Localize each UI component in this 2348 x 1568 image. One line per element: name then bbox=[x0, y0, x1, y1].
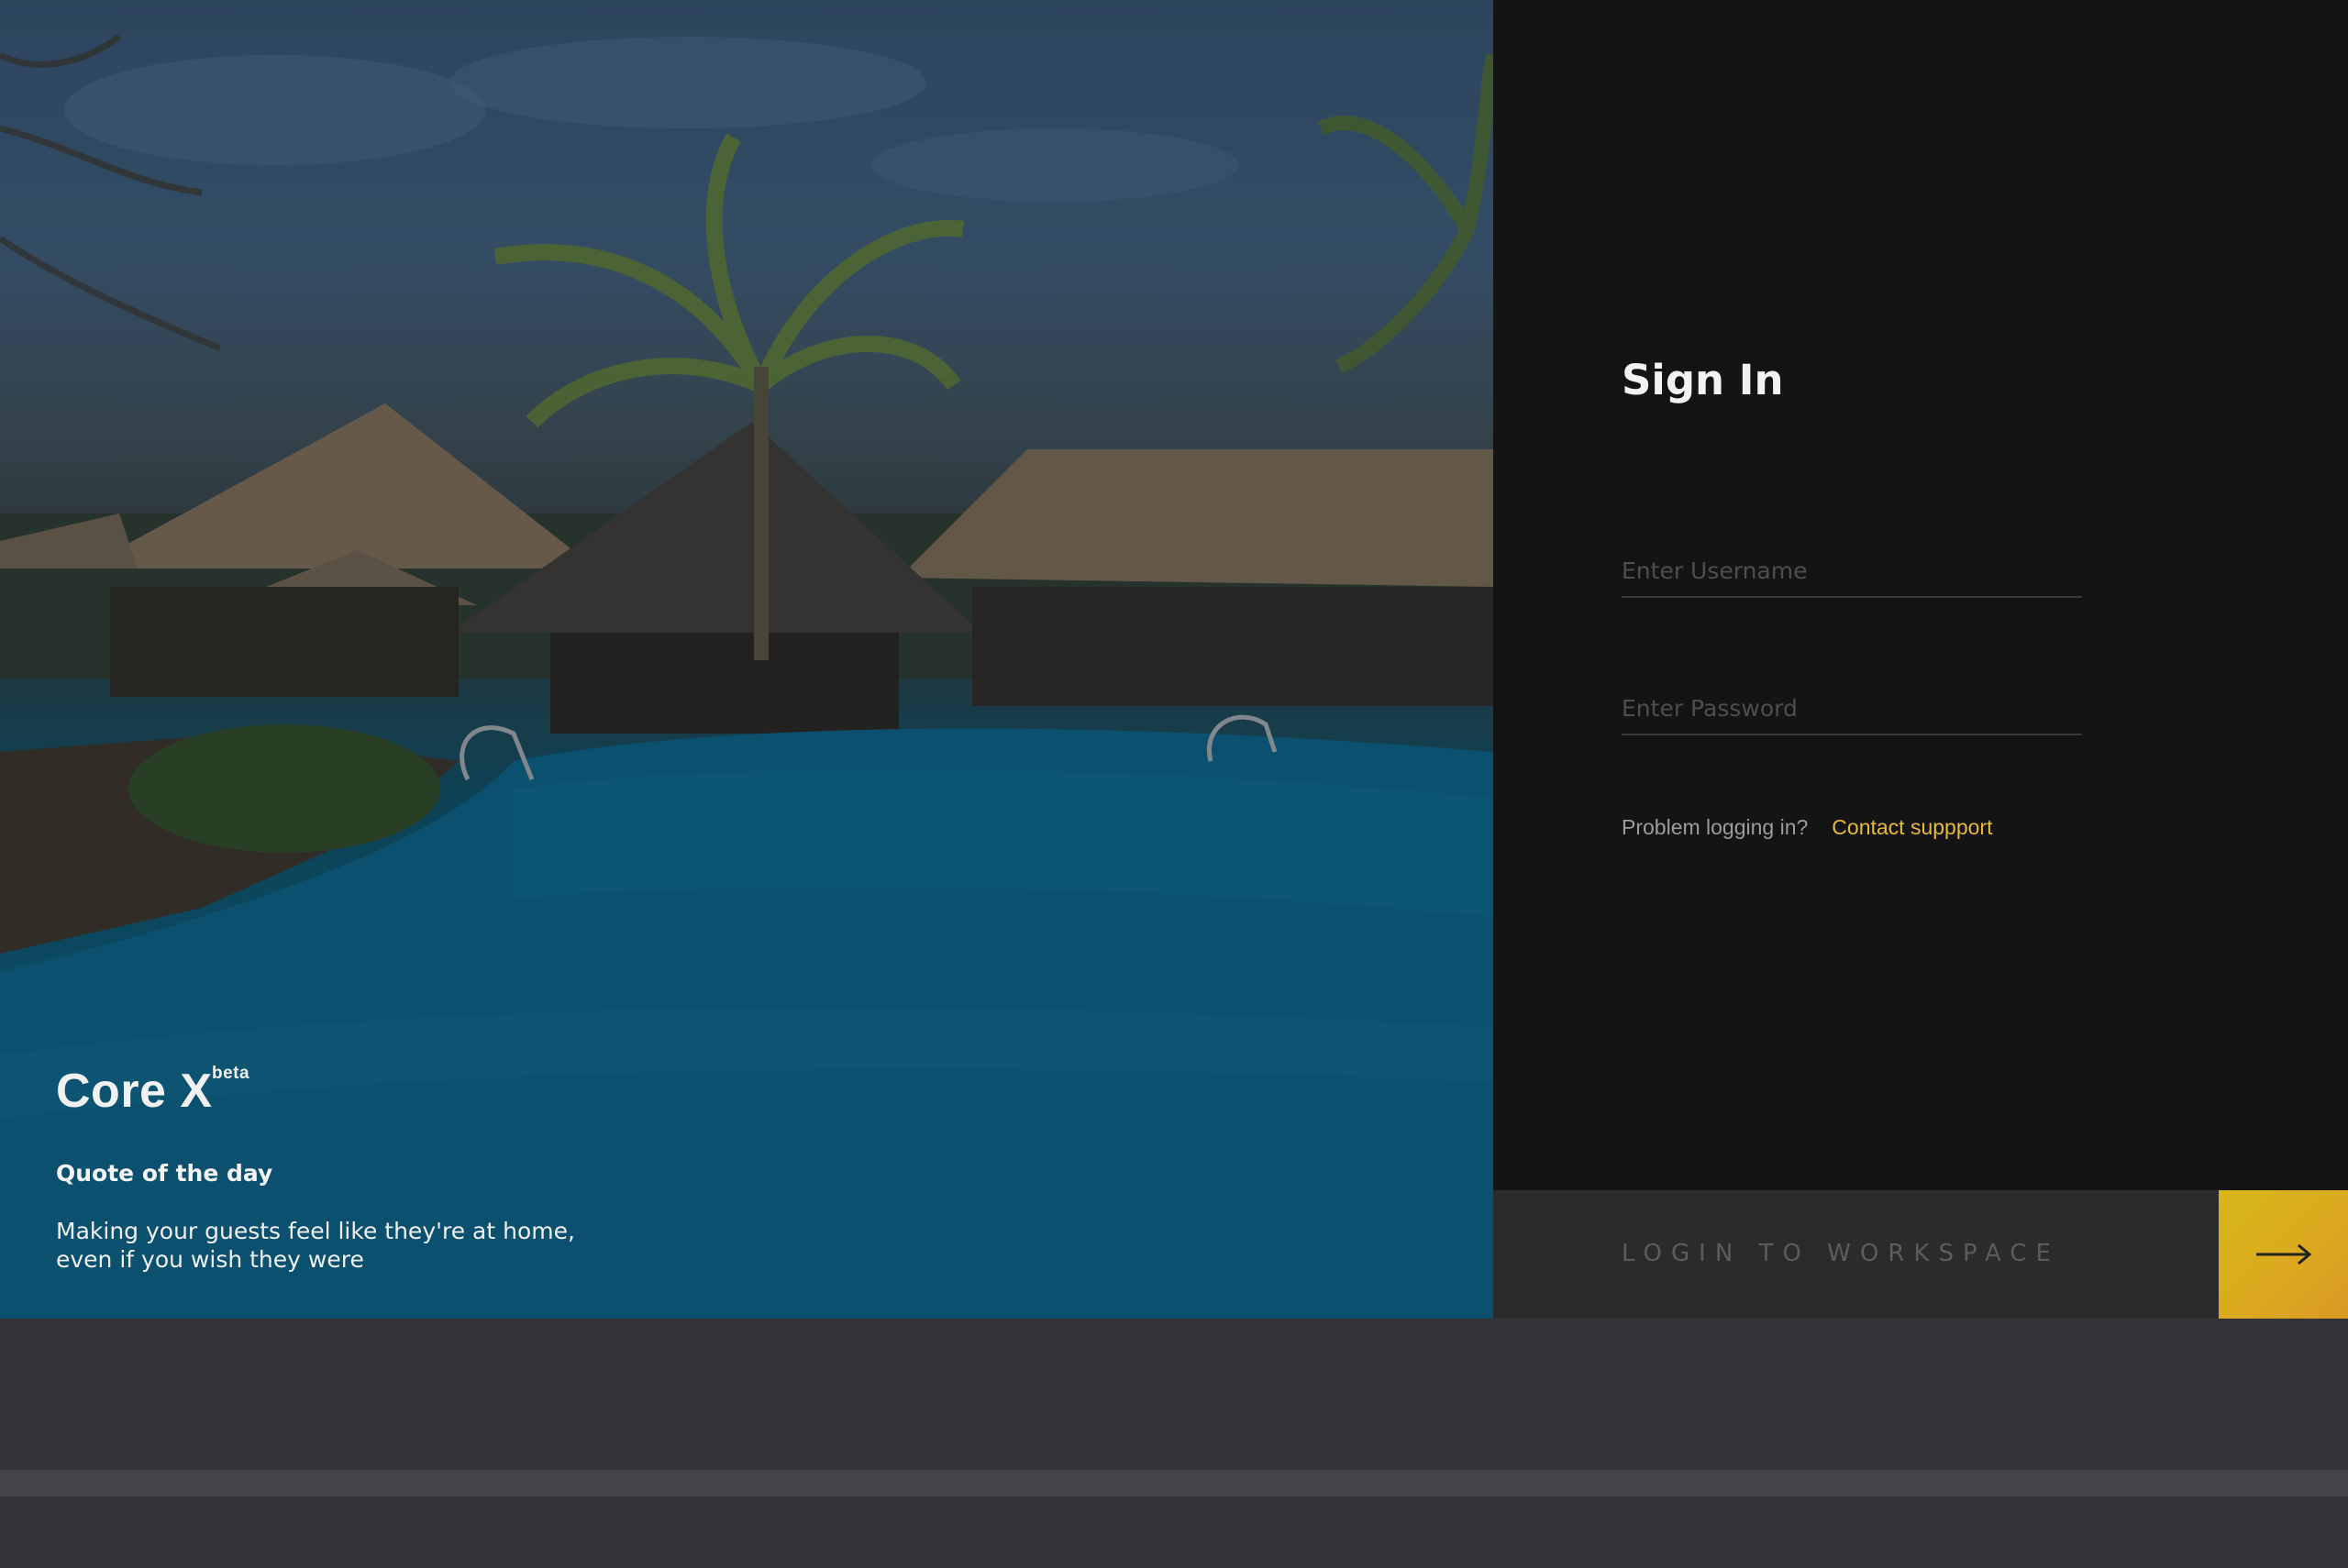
password-input[interactable] bbox=[1622, 682, 2082, 735]
submit-button[interactable] bbox=[2219, 1190, 2348, 1319]
signin-title: Sign In bbox=[1622, 356, 1784, 404]
hero-image-panel: Core X beta Quote of the day Making your… bbox=[0, 0, 1493, 1319]
username-input[interactable] bbox=[1622, 545, 2082, 598]
help-row: Problem logging in? Contact suppport bbox=[1622, 815, 1992, 840]
arrow-right-icon bbox=[2255, 1243, 2311, 1265]
contact-support-link[interactable]: Contact suppport bbox=[1832, 815, 1992, 839]
quote-line-2: even if you wish they were bbox=[56, 1246, 364, 1273]
brand-name: Core X bbox=[56, 1065, 213, 1118]
login-label: LOGIN TO WORKSPACE bbox=[1622, 1240, 2060, 1267]
beta-badge: beta bbox=[212, 1064, 250, 1083]
login-to-workspace-button[interactable]: LOGIN TO WORKSPACE bbox=[1493, 1190, 2348, 1319]
quote-line-1: Making your guests feel like they're at … bbox=[56, 1218, 575, 1244]
brand-logo: Core X beta bbox=[56, 1064, 249, 1119]
quote-text: Making your guests feel like they're at … bbox=[56, 1217, 625, 1274]
quote-title: Quote of the day bbox=[56, 1160, 273, 1187]
lower-divider bbox=[0, 1470, 2348, 1496]
help-text: Problem logging in? bbox=[1622, 815, 1809, 839]
hero-overlay bbox=[0, 0, 1493, 1319]
login-screen: Core X beta Quote of the day Making your… bbox=[0, 0, 2348, 1319]
signin-panel: Sign In Problem logging in? Contact suppp… bbox=[1493, 0, 2348, 1319]
